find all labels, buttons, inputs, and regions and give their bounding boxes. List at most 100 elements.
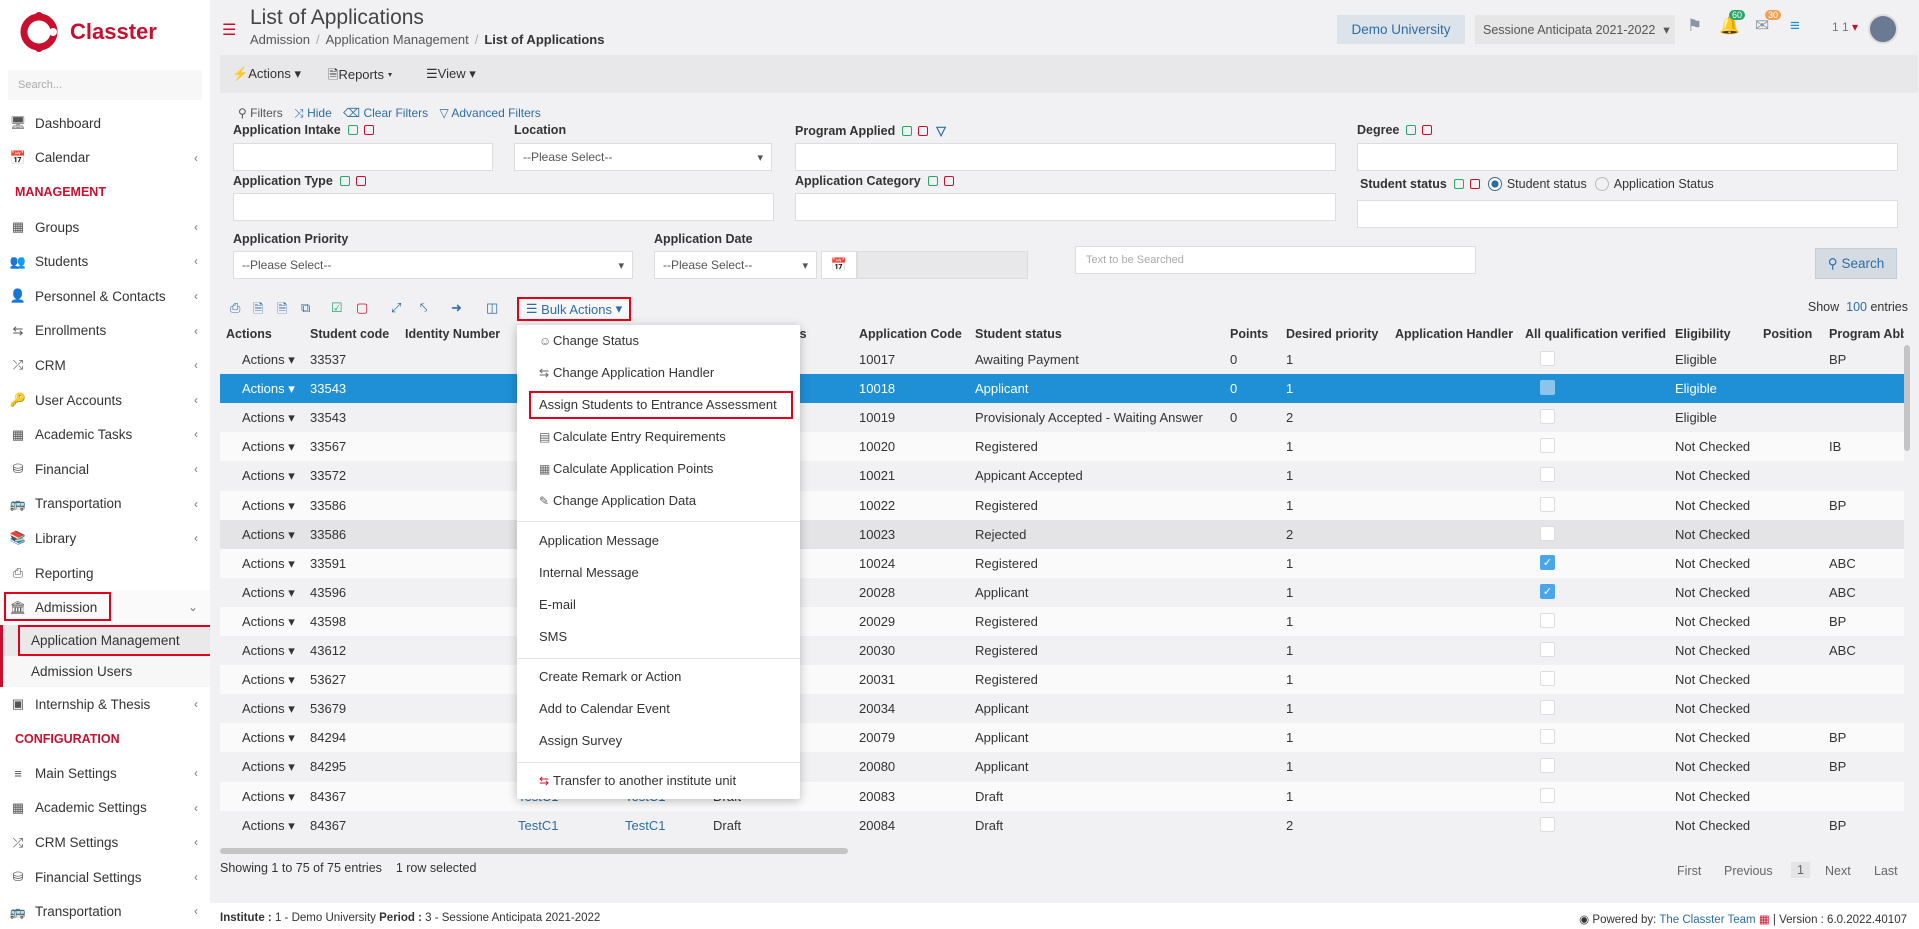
table-row[interactable]: Actions ▾33586ected10023Rejected2Not Che… [220,519,1904,549]
horizontal-scrollbar[interactable] [220,848,848,854]
row-actions-button[interactable]: Actions ▾ [242,556,295,572]
degree-input[interactable] [1357,143,1898,171]
sidebar-item-personnel-contacts[interactable]: 👤 Personnel & Contacts ‹ [0,279,210,314]
text-search-input[interactable]: Text to be Searched [1075,246,1476,274]
avatar[interactable] [1868,14,1898,44]
sidebar-item-dashboard[interactable]: 🖥 Dashboard [0,106,210,141]
qualification-verified-checkbox[interactable] [1540,671,1555,687]
column-header-points[interactable]: Points [1230,327,1268,341]
student-name-link[interactable]: TestC1 [518,818,558,833]
application-type-input[interactable] [233,193,774,221]
student-surname-link[interactable]: TestC1 [625,818,665,833]
sidebar-item-library[interactable]: 📚 Library ‹ [0,521,210,556]
uncheck-icon[interactable] [1422,125,1433,135]
program-applied-input[interactable] [795,143,1336,171]
reports-menu-button[interactable]: 🗎Reports ▾ [328,66,392,88]
mail-icon[interactable]: ✉ 30 [1755,10,1782,36]
column-header-application-handler[interactable]: Application Handler [1395,327,1513,341]
sidebar-subitem-application-management[interactable]: Application Management [0,624,210,656]
menu-item-create-remark-or-action[interactable]: Create Remark or Action [539,669,681,684]
row-actions-button[interactable]: Actions ▾ [242,643,295,659]
advanced-filters-link[interactable]: ▽ Advanced Filters [439,106,540,120]
column-header-identity-number[interactable]: Identity Number [405,327,500,341]
qualification-verified-checkbox[interactable] [1540,496,1555,512]
sidebar-item-academic-settings[interactable]: ▦ Academic Settings ‹ [0,791,210,826]
breadcrumb-application-management[interactable]: Application Management [326,32,469,47]
qualification-verified-checkbox[interactable] [1540,729,1555,745]
row-actions-button[interactable]: Actions ▾ [242,672,295,688]
row-actions-button[interactable]: Actions ▾ [242,730,295,746]
pager-next[interactable]: Next [1825,864,1851,878]
column-header-actions[interactable]: Actions [226,327,272,341]
row-actions-button[interactable]: Actions ▾ [242,585,295,601]
sidebar-item-academic-tasks[interactable]: ▦ Academic Tasks ‹ [0,417,210,452]
classter-team-link[interactable]: The Classter Team [1659,914,1755,926]
print-icon[interactable]: ⎙ [230,300,240,316]
table-row[interactable]: Actions ▾43598dent20029Registered1Not Ch… [220,606,1904,636]
table-row[interactable]: Actions ▾ 33572 10021 Appicant Accepted 1 Not… [220,461,1904,491]
menu-item-calculate-entry-requirements[interactable]: ▤ Calculate Entry Requirements [539,429,726,444]
uncheck-icon[interactable] [1469,179,1480,189]
application-intake-input[interactable] [233,143,493,171]
row-actions-button[interactable]: Actions ▾ [242,614,295,630]
sidebar-item-admission[interactable]: 🏛 Admission ⌄ [0,590,210,625]
flag-icon[interactable]: ⚑ [1687,16,1702,36]
qualification-verified-checkbox[interactable] [1540,467,1555,483]
sidebar-item-groups[interactable]: ▦ Groups ‹ [0,210,210,245]
date-range-input[interactable] [857,251,1028,279]
uncheck-icon[interactable] [355,176,366,186]
menu-item-internal-message[interactable]: Internal Message [539,565,639,580]
column-header-position[interactable]: Position [1763,327,1812,341]
menu-item-change-status[interactable]: ☺ Change Status [539,333,639,348]
select-all-icon[interactable]: ☑ [331,300,343,316]
row-actions-button[interactable]: Actions ▾ [242,381,295,397]
qualification-verified-checkbox[interactable] [1540,787,1555,803]
row-actions-button[interactable]: Actions ▾ [242,527,295,543]
uncheck-icon[interactable] [943,176,954,186]
sidebar-subitem-admission-users[interactable]: Admission Users [0,655,210,687]
row-actions-button[interactable]: Actions ▾ [242,498,295,514]
row-actions-button[interactable]: Actions ▾ [242,818,295,834]
expand-icon[interactable]: ⤢ [391,300,401,316]
application-status-radio[interactable] [1594,177,1609,191]
student-status-input[interactable] [1357,200,1898,228]
uncheck-icon[interactable] [918,126,929,136]
table-row[interactable]: Actions ▾33537ent10017Awaiting Payment01… [220,345,1904,374]
column-header-all-qualification-verified[interactable]: All qualification verified [1525,327,1666,341]
row-actions-button[interactable]: Actions ▾ [242,701,295,717]
row-actions-button[interactable]: Actions ▾ [242,439,295,455]
row-actions-button[interactable]: Actions ▾ [242,410,295,426]
menu-item-assign-survey[interactable]: Assign Survey [539,733,622,748]
bell-icon[interactable]: 🔔 60 [1719,10,1746,36]
deselect-all-icon[interactable]: ▢ [356,300,368,316]
table-row[interactable]: Actions ▾43612dent20030Registered1Not Ch… [220,636,1904,665]
menu-item-calculate-application-points[interactable]: ▦ Calculate Application Points [539,461,713,476]
logo[interactable]: Classter [0,0,210,64]
sidebar-item-students[interactable]: 👥 Students ‹ [0,244,210,279]
table-row[interactable]: Actions ▾33543eptance10019Provisionaly A… [220,403,1904,433]
bulk-actions-button[interactable]: ☰ Bulk Actions ▾ [517,297,631,321]
sidebar-item-crm[interactable]: ⤮ CRM ‹ [0,348,210,383]
column-header-student-status[interactable]: Student status [975,327,1062,341]
table-row[interactable]: Actions ▾53627dent20031Registered1Not Ch… [220,665,1904,695]
user-menu[interactable]: 1 1 ▾ [1832,20,1858,34]
student-status-radio[interactable] [1487,177,1502,191]
sidebar-item-main-settings[interactable]: ≡ Main Settings ‹ [0,756,210,791]
qualification-verified-checkbox[interactable] [1540,700,1555,716]
sidebar-item-enrollments[interactable]: ⇆ Enrollments ‹ [0,314,210,349]
columns-icon[interactable]: ◫ [486,300,498,316]
table-row[interactable]: Actions ▾33567dent10020Registered1Not Ch… [220,432,1904,462]
qualification-verified-checkbox[interactable] [1540,525,1555,541]
university-button[interactable]: Demo University [1337,15,1465,44]
sidebar-item-transportation[interactable]: 🚌 Transportation ‹ [0,487,210,522]
table-row[interactable]: Actions ▾ 84294 20079 Applicant 1 Not Checked… [220,723,1904,753]
table-row[interactable]: Actions ▾ 84367 TestC1 TestC1 Draft 20084 Draf… [220,810,1904,840]
search-button[interactable]: ⚲ Search [1815,248,1897,279]
hide-filters-link[interactable]: ⤨ Hide [294,106,332,120]
sidebar-item-financial[interactable]: ⛁ Financial ‹ [0,452,210,487]
uncheck-icon[interactable] [363,125,374,135]
column-header-eligibility[interactable]: Eligibility [1675,327,1731,341]
qualification-verified-checkbox[interactable]: ✓ [1540,554,1555,570]
menu-item-application-message[interactable]: Application Message [539,533,659,548]
pager-previous[interactable]: Previous [1724,864,1773,878]
